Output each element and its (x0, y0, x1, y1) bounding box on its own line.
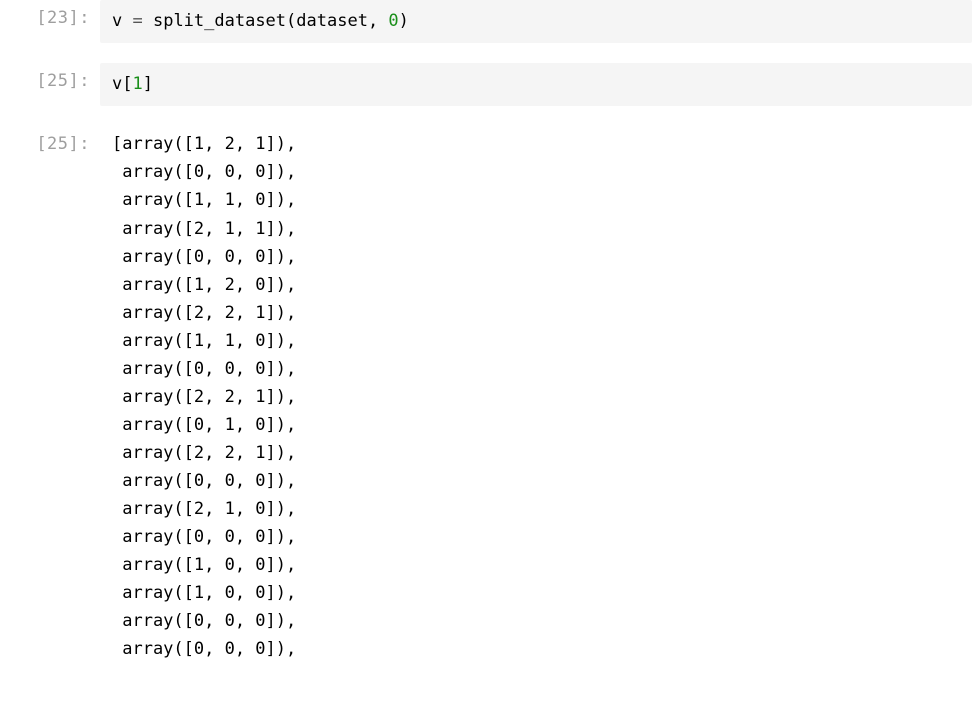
output-cell: [25]: [array([1, 2, 1]), array([0, 0, 0]… (0, 126, 972, 663)
tok-assign: = (122, 11, 153, 31)
tok-bracket: ] (143, 74, 153, 94)
tok-variable: v (112, 11, 122, 31)
tok-variable: v (112, 74, 122, 94)
code-line: v = split_dataset(dataset, 0) (112, 11, 409, 31)
prompt-label: [23]: (0, 0, 100, 28)
code-input[interactable]: v = split_dataset(dataset, 0) (100, 0, 972, 43)
tok-paren: ( (286, 11, 296, 31)
code-input[interactable]: v[1] (100, 63, 972, 106)
prompt-label: [25]: (0, 126, 100, 154)
notebook: [23]: v = split_dataset(dataset, 0) [25]… (0, 0, 972, 663)
tok-number: 1 (133, 74, 143, 94)
tok-number: 0 (388, 11, 398, 31)
prompt-label: [25]: (0, 63, 100, 91)
tok-comma: , (368, 11, 388, 31)
tok-function: split_dataset (153, 11, 286, 31)
tok-bracket: [ (122, 74, 132, 94)
code-output: [array([1, 2, 1]), array([0, 0, 0]), arr… (100, 126, 972, 663)
code-cell: [25]: v[1] (0, 63, 972, 106)
code-cell: [23]: v = split_dataset(dataset, 0) (0, 0, 972, 43)
tok-paren: ) (399, 11, 409, 31)
code-line: v[1] (112, 74, 153, 94)
tok-arg: dataset (296, 11, 368, 31)
